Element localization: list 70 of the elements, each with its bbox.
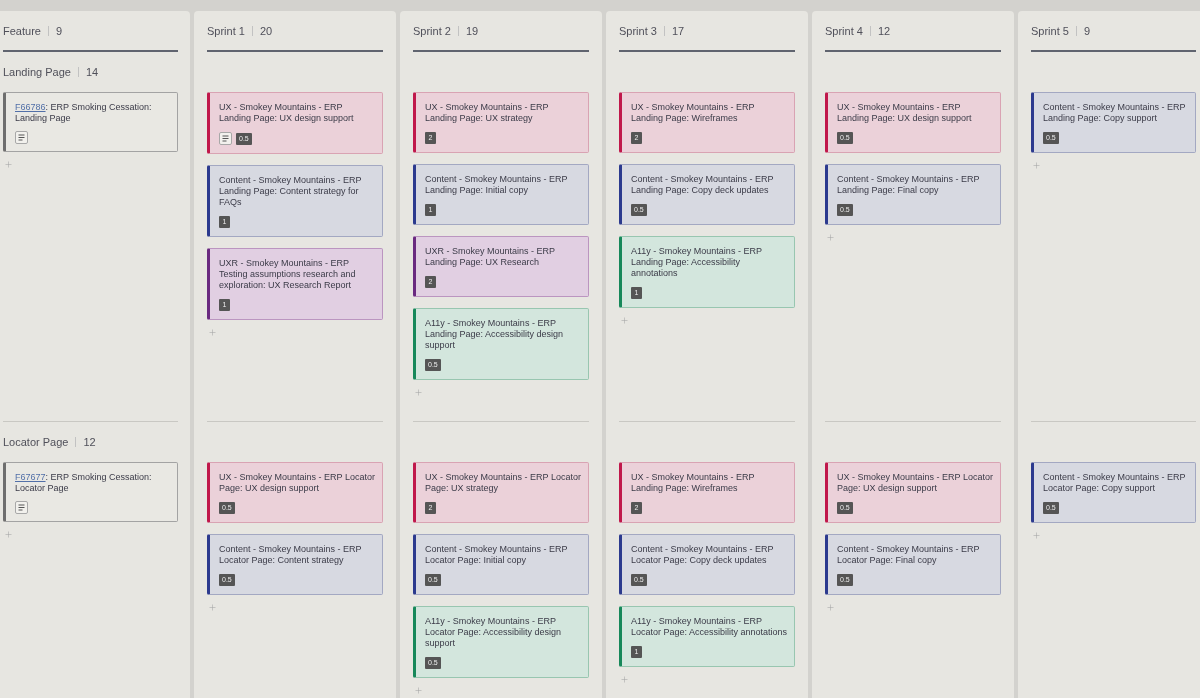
card-title: Content - Smokey Mountains - ERP Locator Page: Content strategy [219, 544, 363, 566]
card-title: A11y - Smokey Mountains - ERP Landing Page: Accessibility design support [425, 318, 565, 351]
column-count: 12 [877, 24, 891, 38]
card-title: Content - Smokey Mountains - ERP Locator Page: Copy support [1043, 472, 1187, 494]
feature-link[interactable]: F67677 [15, 472, 46, 482]
add-card-button[interactable] [413, 387, 423, 397]
feature-card[interactable]: F66786: ERP Smoking Cessation: Landing Page [3, 92, 178, 152]
card-title: Content - Smokey Mountains - ERP Locator Page: Initial copy [425, 544, 569, 566]
feature-link[interactable]: F66786 [15, 102, 46, 112]
add-card-button[interactable] [619, 674, 629, 684]
feature-card[interactable]: F67677: ERP Smoking Cessation: Locator Page [3, 462, 178, 522]
lane-count: 12 [83, 435, 96, 449]
column-title: Sprint 1 [207, 24, 245, 38]
add-card-button[interactable] [1031, 530, 1041, 540]
add-card-button[interactable] [619, 315, 629, 325]
column-title: Sprint 2 [413, 24, 451, 38]
card-title: A11y - Smokey Mountains - ERP Locator Page: Accessibility annotations [631, 616, 788, 638]
lane-title: Locator Page [3, 435, 69, 449]
plus-icon [1031, 530, 1041, 540]
card-title: UX - Smokey Mountains - ERP Landing Page: UX strategy [425, 102, 550, 124]
plus-icon [1031, 160, 1041, 170]
column-title: Sprint 3 [619, 24, 657, 38]
card-title: UXR - Smokey Mountains - ERP Landing Page: UX Research [425, 246, 556, 268]
card-title: UXR - Smokey Mountains - ERP Testing assumptions research and exploration: UX Research Report [219, 258, 357, 291]
card-title: UX - Smokey Mountains - ERP Locator Page: UX strategy [425, 472, 582, 494]
add-card-button[interactable] [1031, 160, 1041, 170]
plus-icon [3, 529, 13, 539]
column-count: 17 [671, 24, 685, 38]
add-card-button[interactable] [3, 529, 13, 539]
add-card-button[interactable] [825, 602, 835, 612]
card-title: UX - Smokey Mountains - ERP Locator Page: UX design support [219, 472, 376, 494]
plus-icon [207, 602, 217, 612]
plus-icon [207, 327, 217, 337]
card-title: UX - Smokey Mountains - ERP Locator Page: UX design support [837, 472, 994, 494]
add-card-button[interactable] [825, 232, 835, 242]
feature-title: F66786: ERP Smoking Cessation: Landing Page [15, 102, 153, 124]
lane-title: Landing Page [3, 65, 71, 79]
add-card-button[interactable] [3, 159, 13, 169]
card-title: Content - Smokey Mountains - ERP Landing Page: Copy support [1043, 102, 1187, 124]
column-title: Feature [3, 24, 41, 38]
column-title: Sprint 4 [825, 24, 863, 38]
column-title: Sprint 5 [1031, 24, 1069, 38]
add-card-button[interactable] [413, 685, 423, 695]
plus-icon [413, 685, 423, 695]
add-card-button[interactable] [207, 327, 217, 337]
card-title: UX - Smokey Mountains - ERP Landing Page: Wireframes [631, 102, 756, 124]
lane-count: 14 [85, 65, 99, 79]
card-title: UX - Smokey Mountains - ERP Landing Page: UX design support [219, 102, 355, 124]
plus-icon [825, 232, 835, 242]
card-title: UX - Smokey Mountains - ERP Landing Page: UX design support [837, 102, 973, 124]
feature-title: F67677: ERP Smoking Cessation: Locator Page [15, 472, 153, 494]
card-title: Content - Smokey Mountains - ERP Locator Page: Final copy [837, 544, 981, 566]
card-title: UX - Smokey Mountains - ERP Landing Page: Wireframes [631, 472, 756, 494]
card-title: A11y - Smokey Mountains - ERP Locator Page: Accessibility design support [425, 616, 563, 649]
plus-icon [413, 387, 423, 397]
card-title: Content - Smokey Mountains - ERP Landing Page: Content strategy for FAQs [219, 175, 363, 208]
column-count: 20 [259, 24, 273, 38]
card-title: Content - Smokey Mountains - ERP Landing Page: Final copy [837, 174, 981, 196]
plus-icon [825, 602, 835, 612]
card-title: Content - Smokey Mountains - ERP Landing Page: Initial copy [425, 174, 569, 196]
plus-icon [3, 159, 13, 169]
plus-icon [619, 674, 629, 684]
column-count: 9 [55, 24, 63, 38]
plus-icon [619, 315, 629, 325]
add-card-button[interactable] [207, 602, 217, 612]
card-title: Content - Smokey Mountains - ERP Locator Page: Copy deck updates [631, 544, 775, 566]
column-count: 19 [465, 24, 479, 38]
column-count: 9 [1083, 24, 1091, 38]
card-title: A11y - Smokey Mountains - ERP Landing Page: Accessibility annotations [631, 246, 763, 279]
card-title: Content - Smokey Mountains - ERP Landing Page: Copy deck updates [631, 174, 775, 196]
